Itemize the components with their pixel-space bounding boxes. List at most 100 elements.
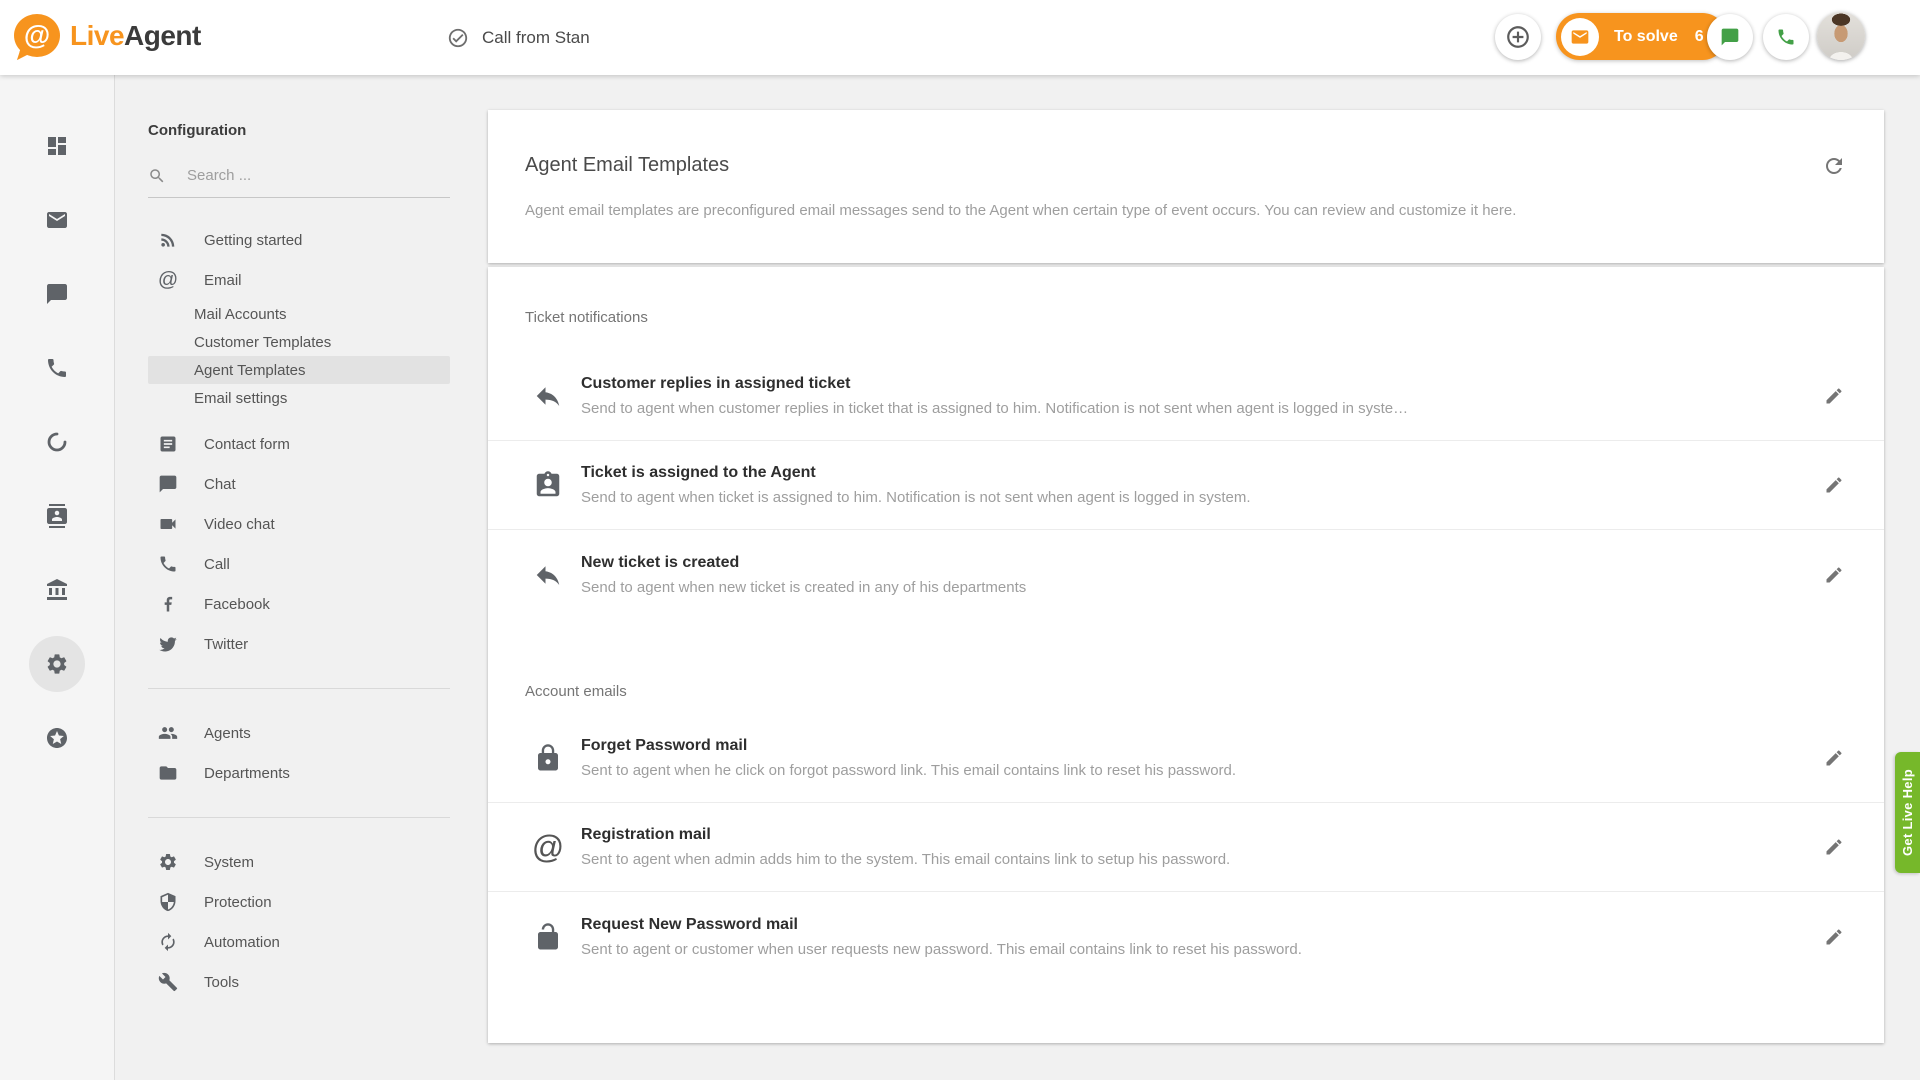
refresh-button[interactable] [1822,154,1846,178]
sidebar-item-protection[interactable]: Protection [148,882,450,922]
get-live-help-tab[interactable]: Get Live Help [1895,752,1920,873]
mail-icon [1570,27,1590,47]
rail-item-tickets[interactable] [29,192,85,248]
template-description: Send to agent when customer replies in t… [581,400,1408,417]
sidebar-item-label: Customer Templates [194,334,331,351]
sidebar-item-tools[interactable]: Tools [148,962,450,1002]
rail-item-calls[interactable] [29,340,85,396]
add-button[interactable] [1495,14,1541,60]
sidebar-item-label: Agents [204,725,251,742]
template-title: Registration mail [581,826,1230,844]
search-input[interactable] [185,166,450,185]
rail-item-upgrade[interactable] [29,710,85,766]
configuration-sidebar: Configuration Getting started@EmailMail … [116,75,480,1080]
logo-at-glyph: @ [24,20,50,51]
document-icon [158,434,178,454]
rail-item-billing[interactable] [29,562,85,618]
phone-icon [158,554,178,574]
section-ticket-notifications: Ticket notifications Customer replies in … [488,267,1884,619]
user-avatar[interactable] [1817,12,1865,60]
sidebar-item-contact-form[interactable]: Contact form [148,424,450,464]
rail-item-resolve[interactable] [29,414,85,470]
sidebar-divider [148,688,450,689]
template-title: Forget Password mail [581,737,1236,755]
ticket-tab-label: Call from Stan [482,28,590,48]
templates-card: Ticket notifications Customer replies in … [488,267,1884,1043]
template-row-registration-mail: @Registration mailSent to agent when adm… [488,803,1884,892]
dashboard-icon [45,134,69,158]
calls-button[interactable] [1763,14,1809,60]
gear-icon [158,852,178,872]
edit-button[interactable] [1824,565,1844,585]
sidebar-item-twitter[interactable]: Twitter [148,624,450,664]
section-account-emails: Account emailsForget Password mailSent t… [488,619,1884,981]
sidebar-item-departments[interactable]: Departments [148,753,450,793]
to-solve-button[interactable]: To solve 6 [1556,13,1726,60]
sidebar-item-system[interactable]: System [148,842,450,882]
edit-button[interactable] [1824,386,1844,406]
section-label: Ticket notifications [488,267,1884,326]
loop-icon [45,430,69,454]
page-title: Agent Email Templates [525,154,729,177]
edit-button[interactable] [1824,837,1844,857]
sidebar-item-video-chat[interactable]: Video chat [148,504,450,544]
rail-item-customers[interactable] [29,488,85,544]
shield-icon [158,892,178,912]
gear-icon [45,652,69,676]
page-header-card: Agent Email Templates Agent email templa… [488,110,1884,263]
sidebar-subitem-agent-templates[interactable]: Agent Templates [148,356,450,384]
to-solve-count: 6 [1695,28,1704,46]
lock-icon [525,743,571,773]
sidebar-item-facebook[interactable]: Facebook [148,584,450,624]
wrench-icon [158,972,178,992]
template-row-new-ticket-is-created: New ticket is created Send to agent when … [488,530,1884,619]
template-title: New ticket is created [581,554,1026,572]
section-label: Account emails [488,619,1884,700]
template-title: Customer replies in assigned ticket [581,375,1408,393]
chat-icon [45,282,69,306]
sidebar-item-agents[interactable]: Agents [148,713,450,753]
sidebar-item-getting-started[interactable]: Getting started [148,220,450,260]
sidebar-item-chat[interactable]: Chat [148,464,450,504]
template-description: Sent to agent or customer when user requ… [581,941,1302,958]
template-row-ticket-is-assigned-to-the-agent: Ticket is assigned to the AgentSend to a… [488,441,1884,530]
chats-button[interactable] [1707,14,1753,60]
reply-icon [525,381,571,411]
template-title: Request New Password mail [581,916,1302,934]
phone-icon [1776,27,1796,47]
sidebar-subitem-mail-accounts[interactable]: Mail Accounts [148,300,450,328]
sidebar-subitem-email-settings[interactable]: Email settings [148,384,450,412]
phone-icon [45,356,69,380]
sidebar-item-label: Automation [204,934,280,951]
to-solve-label: To solve [1614,28,1678,46]
check-circle-icon [447,27,469,49]
sidebar-nav: Getting started@EmailMail Accounts Custom… [148,220,450,1002]
ticket-tab[interactable]: Call from Stan [447,0,590,75]
sidebar-item-email[interactable]: @Email [148,260,450,300]
rail-item-settings[interactable] [29,636,85,692]
rail-item-dashboard[interactable] [29,118,85,174]
mail-icon [45,208,69,232]
template-description: Send to agent when new ticket is created… [581,579,1026,596]
edit-button[interactable] [1824,475,1844,495]
top-bar: @ LiveAgent Call from Stan To solve 6 [0,0,1920,75]
app-logo[interactable]: @ LiveAgent [14,14,201,57]
plus-circle-icon [1505,24,1531,50]
template-row-forget-password-mail: Forget Password mailSent to agent when h… [488,714,1884,803]
brand-name-primary: Live [70,20,124,51]
sidebar-item-call[interactable]: Call [148,544,450,584]
edit-button[interactable] [1824,748,1844,768]
rail-item-chats[interactable] [29,266,85,322]
sidebar-item-automation[interactable]: Automation [148,922,450,962]
contacts-icon [45,504,69,528]
sidebar-item-label: Agent Templates [194,362,305,379]
get-live-help-label: Get Live Help [1900,769,1915,856]
edit-button[interactable] [1824,927,1844,947]
facebook-icon [158,594,178,614]
icon-rail [0,75,115,1080]
sync-icon [158,932,178,952]
logo-bubble-icon: @ [14,14,60,57]
sidebar-item-label: Protection [204,894,272,911]
sidebar-subitem-customer-templates[interactable]: Customer Templates [148,328,450,356]
sidebar-item-label: Contact form [204,436,290,453]
